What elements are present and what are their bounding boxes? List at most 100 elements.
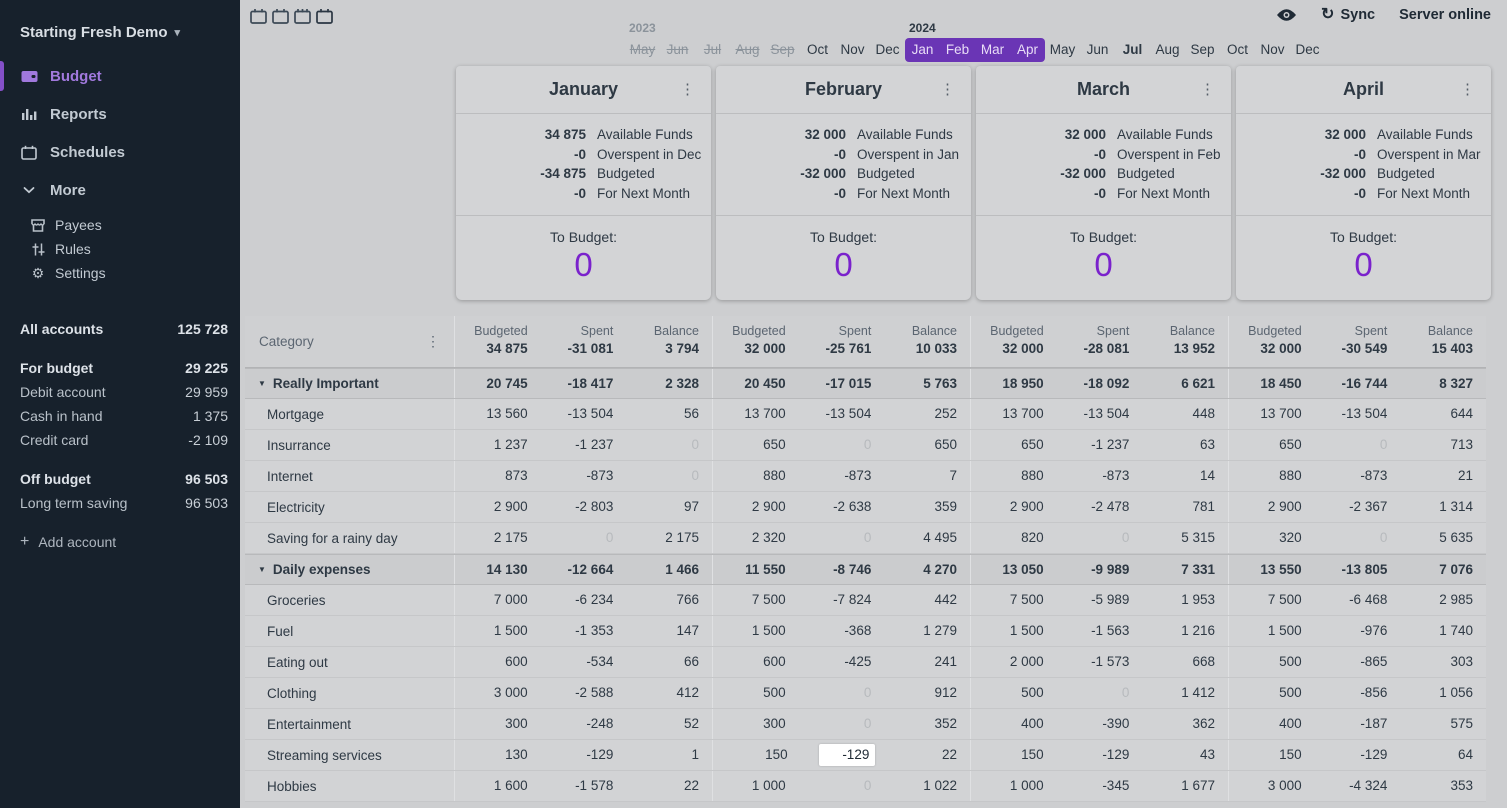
sidebar-item-settings[interactable]: ⚙ Settings: [0, 261, 240, 285]
spent-cell[interactable]: 0: [541, 523, 627, 553]
category-name-cell[interactable]: Fuel: [245, 616, 454, 646]
budgeted-cell[interactable]: 7 500: [971, 585, 1057, 615]
timeline-month-jun-1[interactable]: Jun: [660, 38, 695, 62]
timeline-month-jul-14[interactable]: Jul: [1115, 38, 1150, 62]
spent-cell[interactable]: -1 237: [1057, 430, 1143, 460]
balance-cell[interactable]: 668: [1142, 647, 1228, 677]
balance-cell[interactable]: 781: [1142, 492, 1228, 522]
spent-cell[interactable]: 0: [799, 430, 885, 460]
spent-cell[interactable]: -18 092: [1057, 369, 1143, 398]
budgeted-cell[interactable]: 300: [455, 709, 541, 739]
collapse-triangle-icon[interactable]: ▼: [258, 565, 266, 574]
balance-cell[interactable]: 1: [626, 740, 712, 770]
spent-cell[interactable]: -8 746: [799, 555, 885, 584]
balance-cell[interactable]: 43: [1142, 740, 1228, 770]
server-status-button[interactable]: Server online: [1399, 7, 1491, 23]
spent-cell[interactable]: -2 367: [1315, 492, 1401, 522]
spent-cell[interactable]: -4 324: [1315, 771, 1401, 801]
balance-cell[interactable]: 63: [1142, 430, 1228, 460]
sidebar-item-budget[interactable]: Budget: [0, 57, 240, 95]
spent-cell[interactable]: -2 638: [799, 492, 885, 522]
balance-cell[interactable]: 1 022: [884, 771, 970, 801]
balance-cell[interactable]: 912: [884, 678, 970, 708]
budgeted-cell[interactable]: 150: [713, 740, 801, 770]
account-debit-account[interactable]: Debit account 29 959: [0, 380, 240, 404]
timeline-month-jul-2[interactable]: Jul: [695, 38, 730, 62]
balance-cell[interactable]: 0: [626, 430, 712, 460]
budgeted-cell[interactable]: 2 900: [455, 492, 541, 522]
budgeted-cell[interactable]: 320: [1229, 523, 1315, 553]
budgeted-cell[interactable]: 3 000: [455, 678, 541, 708]
budgeted-cell[interactable]: 7 500: [1229, 585, 1315, 615]
spent-cell[interactable]: -13 504: [799, 399, 885, 429]
month-menu-icon[interactable]: ⋮: [1200, 80, 1215, 98]
balance-cell[interactable]: 575: [1400, 709, 1486, 739]
spent-cell[interactable]: -856: [1315, 678, 1401, 708]
budgeted-cell[interactable]: 1 600: [455, 771, 541, 801]
timeline-month-apr-11[interactable]: Apr: [1010, 38, 1045, 62]
category-name-cell[interactable]: Saving for a rainy day: [245, 523, 454, 553]
budgeted-cell[interactable]: 2 900: [1229, 492, 1315, 522]
header-spent-cell[interactable]: Spent-30 549: [1315, 316, 1401, 367]
balance-cell[interactable]: 303: [1400, 647, 1486, 677]
budgeted-cell[interactable]: 650: [713, 430, 799, 460]
category-name-cell[interactable]: Clothing: [245, 678, 454, 708]
spent-cell[interactable]: -873: [1315, 461, 1401, 491]
spent-cell[interactable]: -2 588: [541, 678, 627, 708]
balance-cell[interactable]: 241: [884, 647, 970, 677]
budgeted-cell[interactable]: 18 950: [971, 369, 1057, 398]
timeline-month-mar-10[interactable]: Mar: [975, 38, 1010, 62]
account-cash-in-hand[interactable]: Cash in hand 1 375: [0, 404, 240, 428]
budgeted-cell[interactable]: 500: [713, 678, 799, 708]
balance-cell[interactable]: 2 175: [626, 523, 712, 553]
balance-cell[interactable]: 650: [884, 430, 970, 460]
budgeted-cell[interactable]: 500: [971, 678, 1057, 708]
category-name-cell[interactable]: Electricity: [245, 492, 454, 522]
sidebar-item-schedules[interactable]: Schedules: [0, 133, 240, 171]
group-name-cell[interactable]: ▼Daily expenses: [245, 555, 454, 584]
budgeted-cell[interactable]: 150: [1229, 740, 1315, 770]
header-spent-cell[interactable]: Spent-31 081: [541, 316, 627, 367]
balance-cell[interactable]: 1 216: [1142, 616, 1228, 646]
spent-cell[interactable]: 0: [1315, 523, 1401, 553]
balance-cell[interactable]: 2 985: [1400, 585, 1486, 615]
timeline-month-nov-18[interactable]: Nov: [1255, 38, 1290, 62]
budgeted-cell[interactable]: 7 500: [713, 585, 799, 615]
budgeted-cell[interactable]: 880: [713, 461, 799, 491]
timeline-month-sep-16[interactable]: Sep: [1185, 38, 1220, 62]
timeline-month-may-12[interactable]: May: [1045, 38, 1080, 62]
sidebar-item-rules[interactable]: Rules: [0, 237, 240, 261]
to-budget-value[interactable]: 0: [456, 246, 711, 284]
header-budgeted-cell[interactable]: Budgeted32 000: [1229, 316, 1315, 367]
category-name-cell[interactable]: Hobbies: [245, 771, 454, 801]
balance-cell[interactable]: 1 279: [884, 616, 970, 646]
budgeted-cell[interactable]: 13 700: [713, 399, 799, 429]
balance-cell[interactable]: 7 076: [1400, 555, 1486, 584]
category-name-cell[interactable]: Internet: [245, 461, 454, 491]
balance-cell[interactable]: 64: [1400, 740, 1486, 770]
spent-cell[interactable]: -1 578: [541, 771, 627, 801]
spent-cell[interactable]: -129: [1315, 740, 1401, 770]
spent-cell[interactable]: -5 989: [1057, 585, 1143, 615]
budgeted-cell[interactable]: 20 745: [455, 369, 541, 398]
spent-cell[interactable]: -1 563: [1057, 616, 1143, 646]
category-name-cell[interactable]: Mortgage: [245, 399, 454, 429]
spent-cell[interactable]: 0: [799, 709, 885, 739]
category-name-cell[interactable]: Insurrance: [245, 430, 454, 460]
balance-cell[interactable]: 2 328: [626, 369, 712, 398]
timeline-month-may-0[interactable]: May2023: [625, 38, 660, 62]
balance-cell[interactable]: 56: [626, 399, 712, 429]
balance-cell[interactable]: 1 953: [1142, 585, 1228, 615]
spent-cell[interactable]: 0: [799, 678, 885, 708]
budget-file-selector[interactable]: Starting Fresh Demo ▾: [20, 24, 240, 41]
header-budgeted-cell[interactable]: Budgeted34 875: [455, 316, 541, 367]
spent-cell[interactable]: 0: [799, 771, 885, 801]
budgeted-cell[interactable]: 7 000: [455, 585, 541, 615]
spent-cell[interactable]: -13 805: [1315, 555, 1401, 584]
budgeted-cell[interactable]: 500: [1229, 647, 1315, 677]
spent-cell[interactable]: -390: [1057, 709, 1143, 739]
account-group-for-budget[interactable]: For budget 29 225: [0, 356, 240, 380]
budgeted-cell[interactable]: 1 000: [713, 771, 799, 801]
spent-cell[interactable]: -345: [1057, 771, 1143, 801]
balance-cell[interactable]: 1 412: [1142, 678, 1228, 708]
